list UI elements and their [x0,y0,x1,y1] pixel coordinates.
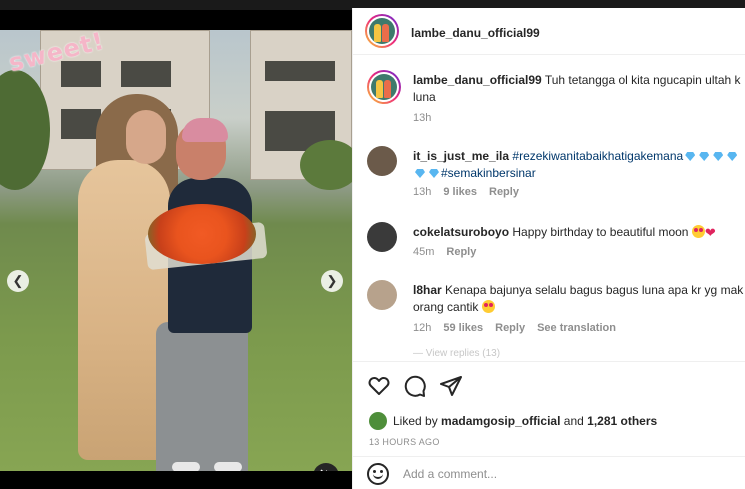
shrub [300,140,352,190]
comment-line-2: orang cantik [413,300,479,314]
comment-username[interactable]: cokelatsuroboyo [413,225,509,239]
comment-row: it_is_just_me_ila #rezekiwanitabaikhatig… [367,146,745,206]
liked-by-and: and [563,414,584,428]
reply-button[interactable]: Reply [446,246,476,258]
comment-age: 45m [413,246,435,258]
paper-plane-icon[interactable] [439,374,463,398]
commenter-avatar[interactable] [367,146,397,176]
shoe [214,462,242,471]
comment-text: l8har Kenapa bajunya selalu bagus bagus … [413,282,745,316]
comment-meta: 13h 9 likes Reply [413,186,519,198]
comment-icon[interactable] [403,374,427,398]
comment-likes[interactable]: 59 likes [443,322,483,334]
post-timestamp[interactable]: 13 HOURS AGO [369,437,440,447]
liker-avatar[interactable] [369,412,387,430]
likes-count[interactable]: 1,281 others [587,414,657,428]
gem-emoji-icon [429,169,439,178]
comment-meta: 12h 59 likes Reply See translation [413,322,616,334]
post-side-panel: lambe_danu_official99 lambe_danu_officia… [352,8,745,489]
person-right-headscarf [182,118,228,142]
comment-text: it_is_just_me_ila #rezekiwanitabaikhatig… [413,148,745,182]
comment-meta: 45m Reply [413,246,476,258]
comment-content: Happy birthday to beautiful moon [512,225,689,239]
caption-row: lambe_danu_official99 Tuh tetangga ol ki… [367,70,745,130]
post-media[interactable]: sweet! ❮ ❯ [0,30,352,471]
heart-icon[interactable] [367,374,391,398]
author-avatar[interactable] [367,70,401,104]
heart-eyes-emoji-icon [691,225,705,238]
flower-bouquet [148,204,256,264]
add-comment-bar [353,456,745,489]
person-left-face [126,110,166,164]
comment-row: cokelatsuroboyo Happy birthday to beauti… [367,222,745,272]
likes-summary: Liked by madamgosip_official and 1,281 o… [369,409,739,431]
comment-text: cokelatsuroboyo Happy birthday to beauti… [413,224,745,241]
speaker-mute-icon[interactable] [313,463,339,471]
chevron-left-icon[interactable]: ❮ [7,270,29,292]
gem-emoji-icon [685,152,696,161]
comment-username[interactable]: it_is_just_me_ila [413,149,509,163]
view-replies-link[interactable]: — View replies (13) [413,348,500,359]
hashtag-link[interactable]: #semakinbersinar [441,166,536,180]
hashtag-link[interactable]: #rezekiwanitabaikhatigakemana [512,149,683,163]
liked-by-prefix: Liked by [393,414,438,428]
comment-line-1: Kenapa bajunya selalu bagus bagus luna a… [445,283,744,297]
gem-emoji-icon [727,152,738,161]
caption-meta: 13h [413,112,431,124]
caption-text: lambe_danu_official99 Tuh tetangga ol ki… [413,72,745,106]
caption-line-2: luna [413,90,436,104]
comments-list: lambe_danu_official99 Tuh tetangga ol ki… [353,56,745,361]
author-avatar[interactable] [365,14,399,48]
caption-line-1: Tuh tetangga ol kita ngucapin ultah k [544,73,741,87]
likes-text: Liked by madamgosip_official and 1,281 o… [393,414,657,428]
heart-eyes-emoji-icon [481,300,495,313]
action-bar [353,361,745,409]
comment-age: 12h [413,322,432,334]
red-heart-emoji-icon: ❤ [704,225,716,240]
commenter-avatar[interactable] [367,280,397,310]
post-header: lambe_danu_official99 [353,8,745,55]
reply-button[interactable]: Reply [495,322,525,334]
caption-username[interactable]: lambe_danu_official99 [413,73,542,87]
comment-likes[interactable]: 9 likes [443,186,477,198]
gem-emoji-icon [713,152,724,161]
person-right-pants [156,322,248,471]
gem-emoji-icon [699,152,710,161]
author-username[interactable]: lambe_danu_official99 [411,26,540,40]
see-translation-link[interactable]: See translation [537,322,616,334]
reply-button[interactable]: Reply [489,186,519,198]
comment-row: l8har Kenapa bajunya selalu bagus bagus … [367,280,745,340]
liker-username[interactable]: madamgosip_official [441,414,560,428]
caption-age: 13h [413,112,432,124]
commenter-avatar[interactable] [367,222,397,252]
chevron-right-icon[interactable]: ❯ [321,270,343,292]
smiley-icon[interactable] [367,463,389,485]
shoe [172,462,200,471]
comment-age: 13h [413,186,432,198]
comment-input[interactable] [403,465,723,483]
gem-emoji-icon [415,169,425,178]
comment-username[interactable]: l8har [413,283,442,297]
